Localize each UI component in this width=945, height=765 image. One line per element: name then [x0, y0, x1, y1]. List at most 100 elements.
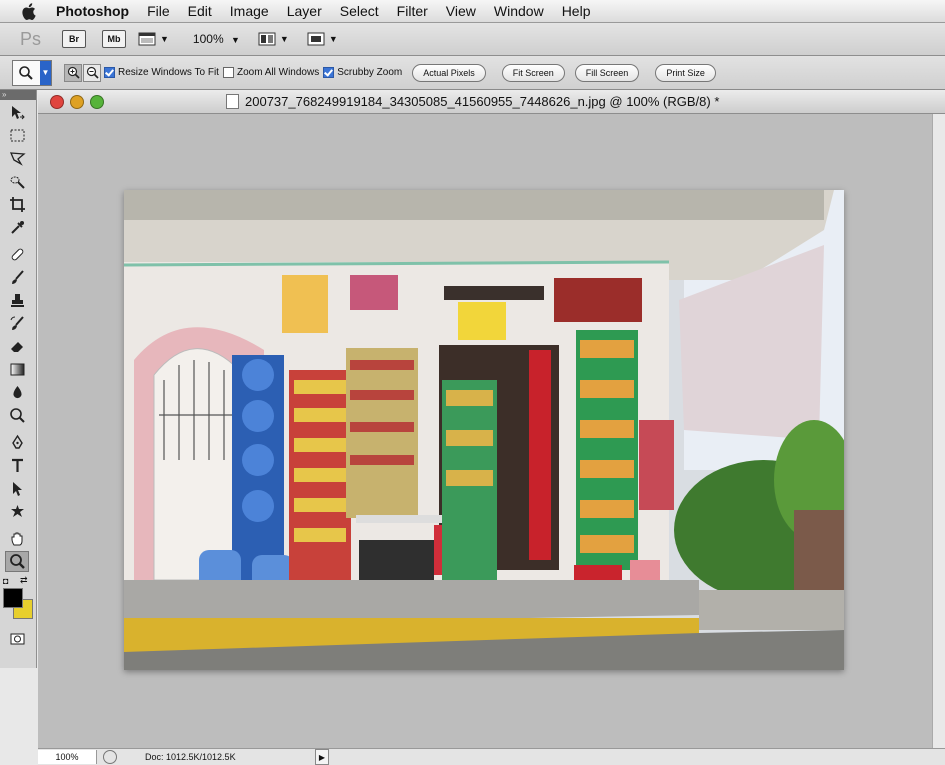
brush-tool[interactable]: [5, 267, 29, 288]
foreground-color-swatch[interactable]: [3, 588, 23, 608]
quick-mask-icon: [10, 633, 24, 645]
quick-mask-button[interactable]: [5, 628, 29, 649]
brush-icon: [11, 270, 24, 284]
document-image[interactable]: [124, 190, 844, 670]
zoom-in-icon: [67, 66, 80, 79]
eyedropper-tool[interactable]: [5, 217, 29, 238]
chevron-down-icon: ▼: [40, 60, 51, 85]
bandage-icon: [11, 248, 23, 261]
swap-colors-icon[interactable]: ⇄: [20, 575, 28, 586]
eraser-tool[interactable]: [5, 336, 29, 357]
dodge-tool[interactable]: [5, 405, 29, 426]
menu-layer[interactable]: Layer: [278, 0, 331, 22]
tools-panel: » ◘ ⇄: [0, 90, 37, 668]
clone-stamp-tool[interactable]: [5, 290, 29, 311]
custom-shape-icon: [10, 505, 24, 517]
pen-tool[interactable]: [5, 432, 29, 453]
fit-screen-button[interactable]: Fit Screen: [501, 63, 565, 82]
tools-panel-collapse-icon[interactable]: »: [0, 90, 36, 100]
blur-tool[interactable]: [5, 382, 29, 403]
menu-select[interactable]: Select: [331, 0, 388, 22]
zoom-all-windows-checkbox[interactable]: Zoom All Windows: [222, 67, 320, 78]
zoom-out-button[interactable]: [83, 63, 101, 82]
resize-windows-checkbox[interactable]: Resize Windows To Fit: [104, 67, 219, 78]
menu-image[interactable]: Image: [221, 0, 278, 22]
print-size-button[interactable]: Print Size: [655, 63, 716, 82]
screen-mode-dropdown[interactable]: ▼: [307, 32, 338, 46]
quick-selection-tool[interactable]: [5, 171, 29, 192]
menubar: Photoshop File Edit Image Layer Select F…: [0, 0, 945, 23]
menu-view[interactable]: View: [437, 0, 485, 22]
chevron-down-icon: ▼: [230, 35, 240, 45]
zoom-in-button[interactable]: [64, 63, 82, 82]
apple-logo-icon[interactable]: [18, 1, 38, 21]
actual-pixels-button[interactable]: Actual Pixels: [412, 63, 486, 82]
zoom-window-button[interactable]: [90, 94, 104, 109]
menu-file[interactable]: File: [138, 0, 179, 22]
minimize-window-button[interactable]: [70, 94, 84, 109]
zoom-tool[interactable]: [5, 551, 29, 572]
chevron-down-icon: ▼: [279, 34, 289, 44]
gradient-icon: [10, 363, 24, 376]
path-selection-tool[interactable]: [5, 478, 29, 499]
resize-windows-label: Resize Windows To Fit: [118, 67, 219, 78]
zoom-tool-icon: [9, 554, 25, 569]
view-extras-dropdown[interactable]: ▼: [138, 32, 169, 46]
checkbox-checked[interactable]: [323, 67, 335, 78]
gradient-tool[interactable]: [5, 359, 29, 380]
menu-help[interactable]: Help: [553, 0, 600, 22]
zoom-all-windows-label: Zoom All Windows: [236, 67, 320, 78]
lasso-tool[interactable]: [5, 148, 29, 169]
status-clock-icon[interactable]: [103, 750, 117, 764]
zoom-level-value: 100%: [192, 32, 224, 46]
close-window-button[interactable]: [50, 94, 64, 109]
rectangular-marquee-icon: [10, 129, 24, 142]
move-tool[interactable]: [5, 102, 29, 123]
arrange-documents-icon: [258, 32, 276, 46]
application-bar: Ps Br Mb ▼ 100% ▼ ▼ ▼: [0, 23, 945, 56]
chevron-down-icon: ▼: [160, 34, 169, 44]
stamp-icon: [10, 294, 24, 307]
quick-selection-icon: [10, 176, 25, 189]
crop-icon: [9, 197, 25, 212]
status-menu-arrow-icon[interactable]: ▶: [315, 749, 329, 765]
document-canvas[interactable]: [38, 114, 932, 748]
scrubby-zoom-checkbox[interactable]: Scrubby Zoom: [323, 67, 402, 78]
type-icon: [11, 458, 23, 472]
color-swatches: ◘ ⇄: [0, 575, 36, 619]
hand-tool[interactable]: [5, 528, 29, 549]
document-icon: [226, 94, 239, 109]
status-zoom-field[interactable]: 100%: [38, 750, 97, 764]
menu-edit[interactable]: Edit: [179, 0, 221, 22]
magnifier-icon: [19, 65, 33, 80]
arrange-documents-dropdown[interactable]: ▼: [258, 32, 289, 46]
custom-shape-tool[interactable]: [5, 501, 29, 522]
water-drop-icon: [12, 386, 22, 399]
hand-icon: [11, 532, 22, 546]
type-tool[interactable]: [5, 455, 29, 476]
filmstrip-icon: [138, 32, 156, 46]
default-colors-icon[interactable]: ◘: [3, 576, 8, 586]
menu-photoshop[interactable]: Photoshop: [52, 0, 138, 22]
pen-icon: [11, 434, 23, 449]
zoom-out-icon: [86, 66, 99, 79]
checkbox-checked[interactable]: [104, 67, 115, 78]
launch-bridge-button[interactable]: Br: [62, 30, 86, 48]
menu-filter[interactable]: Filter: [388, 0, 437, 22]
checkbox-unchecked[interactable]: [222, 67, 234, 78]
polygonal-lasso-icon: [9, 152, 26, 166]
marquee-tool[interactable]: [5, 125, 29, 146]
spot-healing-tool[interactable]: [5, 244, 29, 265]
vertical-scrollbar[interactable]: [932, 114, 945, 748]
zoom-level-dropdown[interactable]: 100% ▼: [193, 32, 240, 46]
menu-window[interactable]: Window: [485, 0, 553, 22]
options-bar: ▼ Resize Windows To Fit Zoom All Windows…: [0, 56, 945, 90]
tool-preset-picker[interactable]: ▼: [12, 59, 52, 86]
eyedropper-icon: [10, 221, 24, 234]
fill-screen-button[interactable]: Fill Screen: [574, 63, 640, 82]
scrubby-zoom-label: Scrubby Zoom: [337, 67, 403, 78]
history-brush-tool[interactable]: [5, 313, 29, 334]
document-title-bar[interactable]: 200737_768249919184_34305085_41560955_74…: [38, 90, 945, 114]
launch-mini-bridge-button[interactable]: Mb: [102, 30, 126, 48]
crop-tool[interactable]: [5, 194, 29, 215]
